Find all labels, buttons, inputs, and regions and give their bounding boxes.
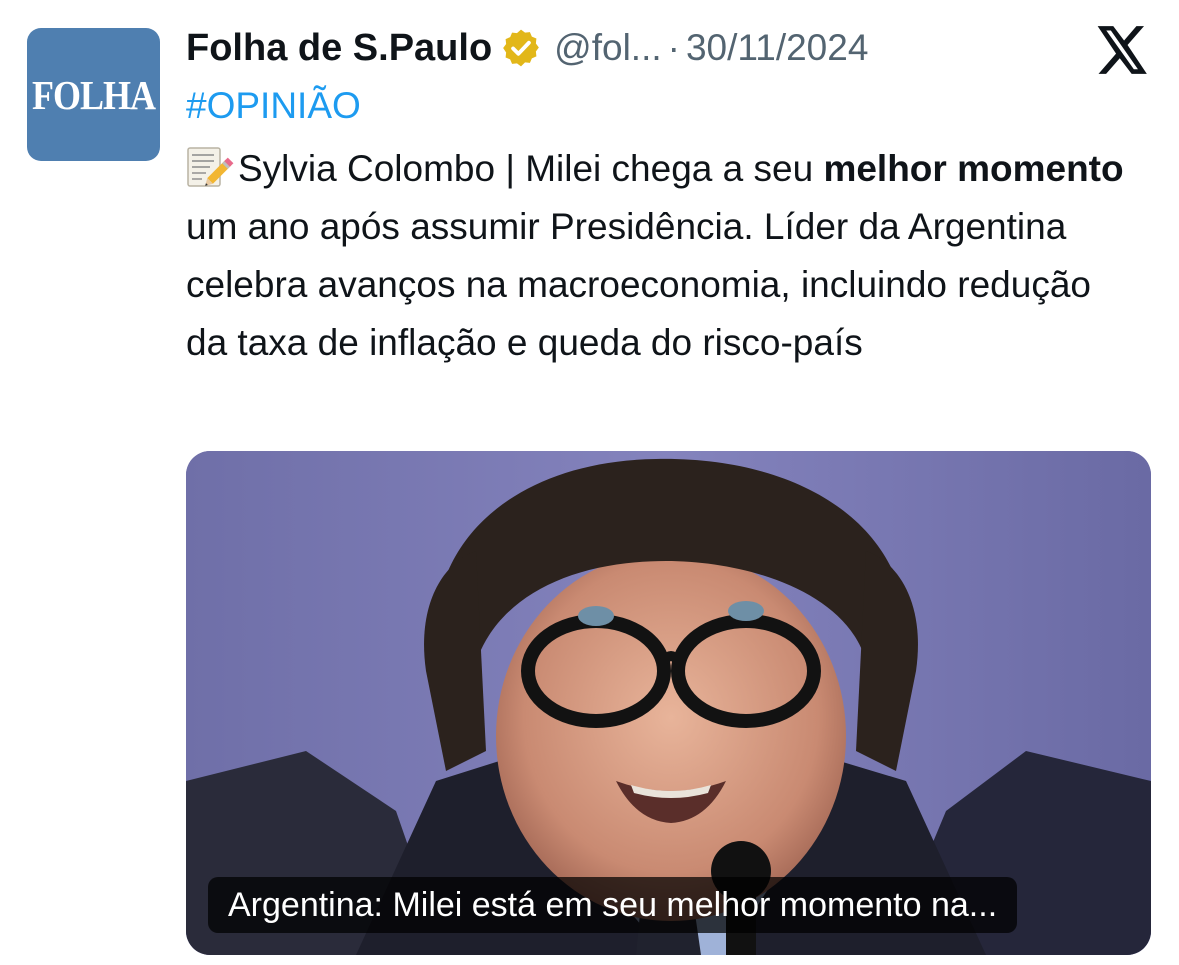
tweet-date[interactable]: 30/11/2024 [686,27,868,69]
tweet-header: Folha de S.Paulo @fol... · 30/11/2024 [186,22,868,74]
verified-badge-icon [503,29,540,67]
tweet-text-part-2: um ano após assumir Presidência. Líder d… [186,206,1091,363]
link-card-image[interactable]: Argentina: Milei está em seu melhor mome… [186,451,1151,955]
link-card-caption: Argentina: Milei está em seu melhor mome… [208,877,1018,933]
tweet-text-bold: melhor momento [823,148,1124,189]
account-handle[interactable]: @fol... [554,27,661,69]
hashtag-link[interactable]: #OPINIÃO [186,80,361,132]
separator-dot: · [667,27,680,68]
tweet-card[interactable]: FOLHA Folha de S.Paulo @fol... · 30/11/2… [0,0,1179,965]
tweet-text-part-1: Sylvia Colombo | Milei chega a seu [238,148,824,189]
account-name[interactable]: Folha de S.Paulo [186,27,492,70]
avatar-logo-text: FOLHA [31,71,156,118]
x-logo-icon[interactable] [1097,26,1149,74]
avatar[interactable]: FOLHA [27,28,160,161]
tweet-text: Sylvia Colombo | Milei chega a seu melho… [186,140,1136,372]
memo-pencil-icon [187,147,234,187]
